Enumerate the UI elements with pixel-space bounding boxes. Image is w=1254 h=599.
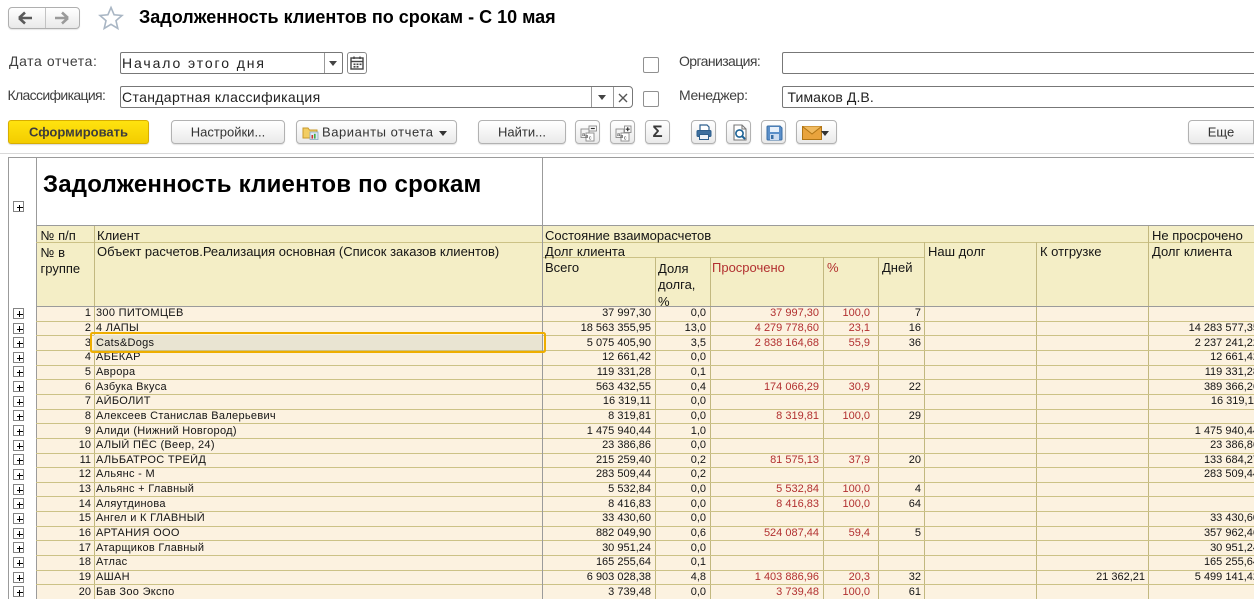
svg-text:с: с (624, 135, 627, 141)
svg-text:с: с (589, 135, 592, 141)
